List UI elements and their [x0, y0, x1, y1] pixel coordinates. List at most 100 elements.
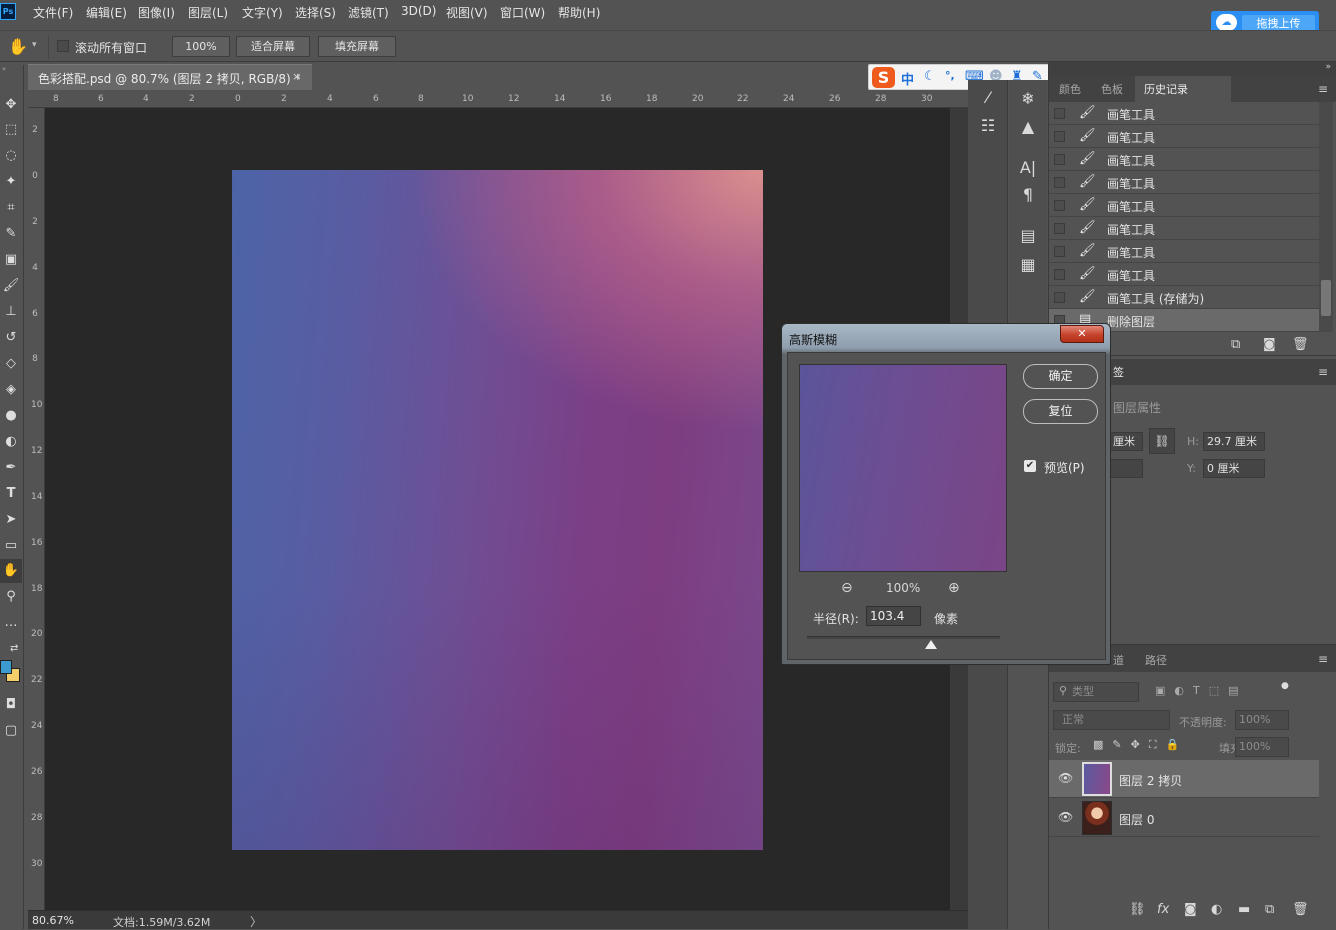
snapshot-checkbox[interactable]: [1054, 223, 1065, 234]
close-dialog-button[interactable]: ✕: [1060, 325, 1104, 343]
histogram-icon[interactable]: ▲: [1009, 117, 1047, 136]
blur-preview[interactable]: [799, 364, 1007, 572]
snapshot-checkbox[interactable]: [1054, 154, 1065, 165]
menu-select[interactable]: 选择(S): [295, 4, 336, 21]
healing-brush-icon[interactable]: ▣: [0, 248, 22, 272]
history-item[interactable]: 🖌 画笔工具: [1049, 102, 1319, 125]
menu-filter[interactable]: 滤镜(T): [348, 4, 389, 21]
link-icon[interactable]: ⛓: [1149, 428, 1175, 454]
menu-edit[interactable]: 编辑(E): [86, 4, 127, 21]
tab-paths[interactable]: 路径: [1145, 652, 1167, 668]
blur-tool-icon[interactable]: ●: [0, 404, 22, 428]
tab-color[interactable]: 颜色: [1059, 81, 1081, 97]
adjustment-layer-icon[interactable]: ◐: [1211, 902, 1222, 917]
quick-mask-icon[interactable]: ◘: [0, 693, 22, 717]
brush-settings-icon[interactable]: ⁄: [969, 88, 1007, 107]
toolbar-grip[interactable]: »: [2, 65, 22, 73]
y-field[interactable]: 0 厘米: [1203, 459, 1265, 478]
half-width-icon[interactable]: ☾: [924, 69, 936, 84]
pen-tool-icon[interactable]: ✒: [0, 456, 22, 480]
panel-menu-icon[interactable]: ≡: [1318, 652, 1328, 666]
more-tools-icon[interactable]: …: [0, 611, 22, 635]
path-select-icon[interactable]: ➤: [0, 508, 22, 532]
history-item[interactable]: 🖌 画笔工具: [1049, 263, 1319, 286]
snapshot-camera-icon[interactable]: ◙: [1263, 337, 1276, 352]
snapshot-checkbox[interactable]: [1054, 177, 1065, 188]
fill-screen-button[interactable]: 填充屏幕: [318, 36, 396, 57]
add-mask-icon[interactable]: ◙: [1184, 902, 1197, 917]
history-item[interactable]: 🖌 画笔工具: [1049, 171, 1319, 194]
menu-image[interactable]: 图像(I): [138, 4, 175, 21]
magic-wand-icon[interactable]: ✦: [0, 170, 22, 194]
dodge-tool-icon[interactable]: ◐: [0, 430, 22, 454]
paragraph-panel-icon[interactable]: ¶: [1009, 185, 1047, 204]
zoom-tool-icon[interactable]: ⚲: [0, 585, 22, 609]
menu-3d[interactable]: 3D(D): [401, 4, 436, 18]
clone-source-icon[interactable]: ❄: [1009, 89, 1047, 108]
menu-view[interactable]: 视图(V): [446, 4, 488, 21]
snapshot-checkbox[interactable]: [1054, 131, 1065, 142]
close-tab-icon[interactable]: ×: [292, 70, 301, 83]
sogou-logo[interactable]: S: [872, 67, 895, 88]
zoom-in-icon[interactable]: ⊕: [948, 580, 960, 596]
reset-button[interactable]: 复位: [1023, 399, 1098, 424]
crop-tool-icon[interactable]: ⌗: [0, 196, 22, 220]
radius-input[interactable]: 103.4: [866, 606, 921, 626]
zoom-100-button[interactable]: 100%: [172, 36, 230, 57]
history-item[interactable]: 🖌 画笔工具: [1049, 125, 1319, 148]
history-item[interactable]: 🖌 画笔工具: [1049, 217, 1319, 240]
lock-option-icons[interactable]: ▩✎✥⛶🔒: [1093, 738, 1188, 752]
zoom-level[interactable]: 80.67%: [32, 914, 74, 927]
radius-slider[interactable]: [807, 636, 1000, 639]
snapshot-checkbox[interactable]: [1054, 269, 1065, 280]
opacity-field[interactable]: 100%: [1235, 710, 1289, 730]
snapshot-checkbox[interactable]: [1054, 108, 1065, 119]
move-tool-icon[interactable]: ✥: [0, 93, 22, 117]
snapshot-checkbox[interactable]: [1054, 200, 1065, 211]
filter-toggle-icon[interactable]: ●: [1281, 681, 1289, 691]
menu-type[interactable]: 文字(Y): [242, 4, 283, 21]
radius-slider-thumb[interactable]: [925, 640, 937, 649]
eyedropper-icon[interactable]: ✎: [0, 222, 22, 246]
zoom-out-icon[interactable]: ⊖: [841, 580, 853, 596]
history-scrollbar[interactable]: [1319, 102, 1333, 332]
marquee-tool-icon[interactable]: ⬚: [0, 118, 22, 142]
status-menu-arrow-icon[interactable]: 〉: [250, 913, 262, 930]
tab-history[interactable]: 历史记录: [1144, 81, 1188, 97]
history-item[interactable]: 🖌 画笔工具: [1049, 240, 1319, 263]
brush-tool-icon[interactable]: 🖌: [0, 274, 22, 298]
new-document-from-state-icon[interactable]: ⧉: [1231, 337, 1240, 352]
scroll-all-checkbox[interactable]: [57, 40, 69, 52]
paint-bucket-icon[interactable]: ◈: [0, 378, 22, 402]
fx-icon[interactable]: fx: [1157, 902, 1169, 917]
properties-doc-icon[interactable]: ▦: [1009, 255, 1047, 274]
snapshot-checkbox[interactable]: [1054, 292, 1065, 303]
collapse-icon[interactable]: »: [1325, 62, 1331, 72]
screen-mode-icon[interactable]: ▢: [0, 719, 22, 743]
trash-icon[interactable]: 🗑: [1292, 902, 1309, 917]
layer-row-selected[interactable]: 👁 图层 2 拷贝: [1049, 760, 1319, 798]
x-field[interactable]: [1109, 459, 1143, 478]
new-group-folder-icon[interactable]: ▬: [1238, 902, 1250, 917]
tab-channels[interactable]: 道: [1113, 652, 1124, 668]
layer-row[interactable]: 👁 图层 0: [1049, 799, 1319, 837]
document-canvas[interactable]: [232, 170, 763, 850]
rectangle-tool-icon[interactable]: ▭: [0, 534, 22, 558]
punctuation-icon[interactable]: °,: [945, 69, 955, 82]
history-item[interactable]: 🖌 画笔工具: [1049, 194, 1319, 217]
character-panel-icon[interactable]: A|: [1009, 158, 1047, 177]
stamp-tool-icon[interactable]: ⊥: [0, 300, 22, 324]
panel-collapse-bar[interactable]: »: [1049, 62, 1336, 76]
history-brush-icon[interactable]: ↺: [0, 326, 22, 350]
type-tool-icon[interactable]: T: [0, 482, 22, 506]
hand-tool-icon[interactable]: ✋: [0, 559, 22, 583]
eraser-tool-icon[interactable]: ◇: [0, 352, 22, 376]
document-tab[interactable]: 色彩搭配.psd @ 80.7% (图层 2 拷贝, RGB/8) * ×: [28, 64, 312, 90]
history-item[interactable]: 🖌 画笔工具: [1049, 148, 1319, 171]
link-layers-icon[interactable]: ⛓: [1129, 902, 1146, 917]
fill-field[interactable]: 100%: [1235, 737, 1289, 757]
history-item[interactable]: 🖌 画笔工具 (存储为): [1049, 286, 1319, 309]
notes-icon[interactable]: ▤: [1009, 226, 1047, 245]
hand-tool-icon[interactable]: ✋: [8, 37, 28, 56]
panel-menu-icon[interactable]: ≡: [1318, 365, 1328, 379]
